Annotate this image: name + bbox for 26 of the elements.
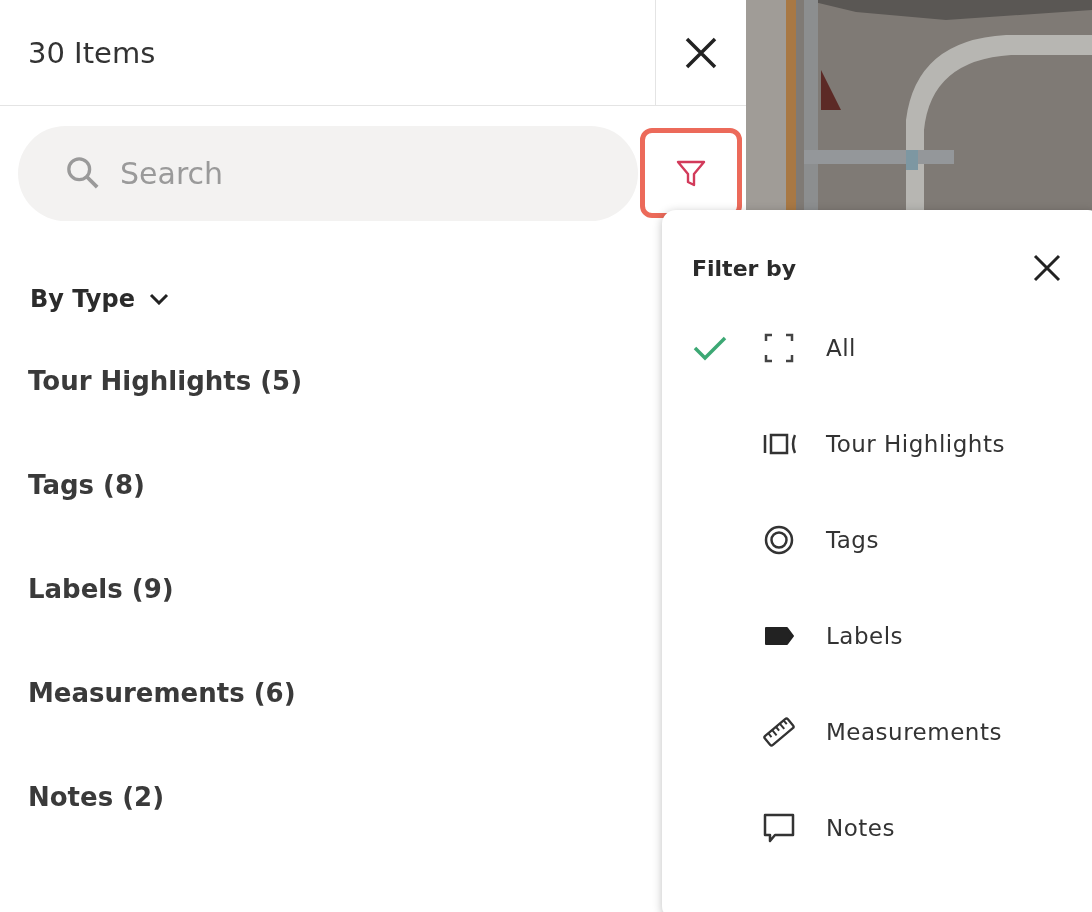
filter-option[interactable]: All [692,326,1092,370]
search-icon [66,155,100,190]
search-field[interactable]: Search [18,125,638,221]
dashed-frame-icon [762,331,796,365]
panel-title: 30 Items [27,34,157,72]
group-heading[interactable]: Tags (8) [28,469,145,502]
close-button[interactable] [1032,253,1062,283]
filter-button[interactable] [640,128,742,218]
close-icon [1032,253,1062,283]
filter-option[interactable]: Measurements [692,710,1092,754]
filter-option[interactable]: Tags [692,518,1092,562]
group-heading[interactable]: Tour Highlights (5) [28,365,303,398]
filter-icon [676,158,706,188]
menu-title: Filter by [692,255,797,281]
filter-option[interactable]: Labels [692,614,1092,658]
group-heading[interactable]: Notes (2) [28,781,165,814]
group-heading[interactable]: Labels (9) [28,573,174,606]
filter-option[interactable]: Tour Highlights [692,422,1092,466]
chevron-down-icon [148,293,169,305]
filter-option[interactable]: Notes [692,806,1092,850]
group-heading[interactable]: Measurements (6) [28,677,296,710]
target-icon [762,523,796,557]
ruler-icon [762,715,796,749]
group-by-dropdown[interactable]: By Type [30,285,169,313]
speech-bubble-icon [762,811,796,845]
close-icon [684,35,718,70]
